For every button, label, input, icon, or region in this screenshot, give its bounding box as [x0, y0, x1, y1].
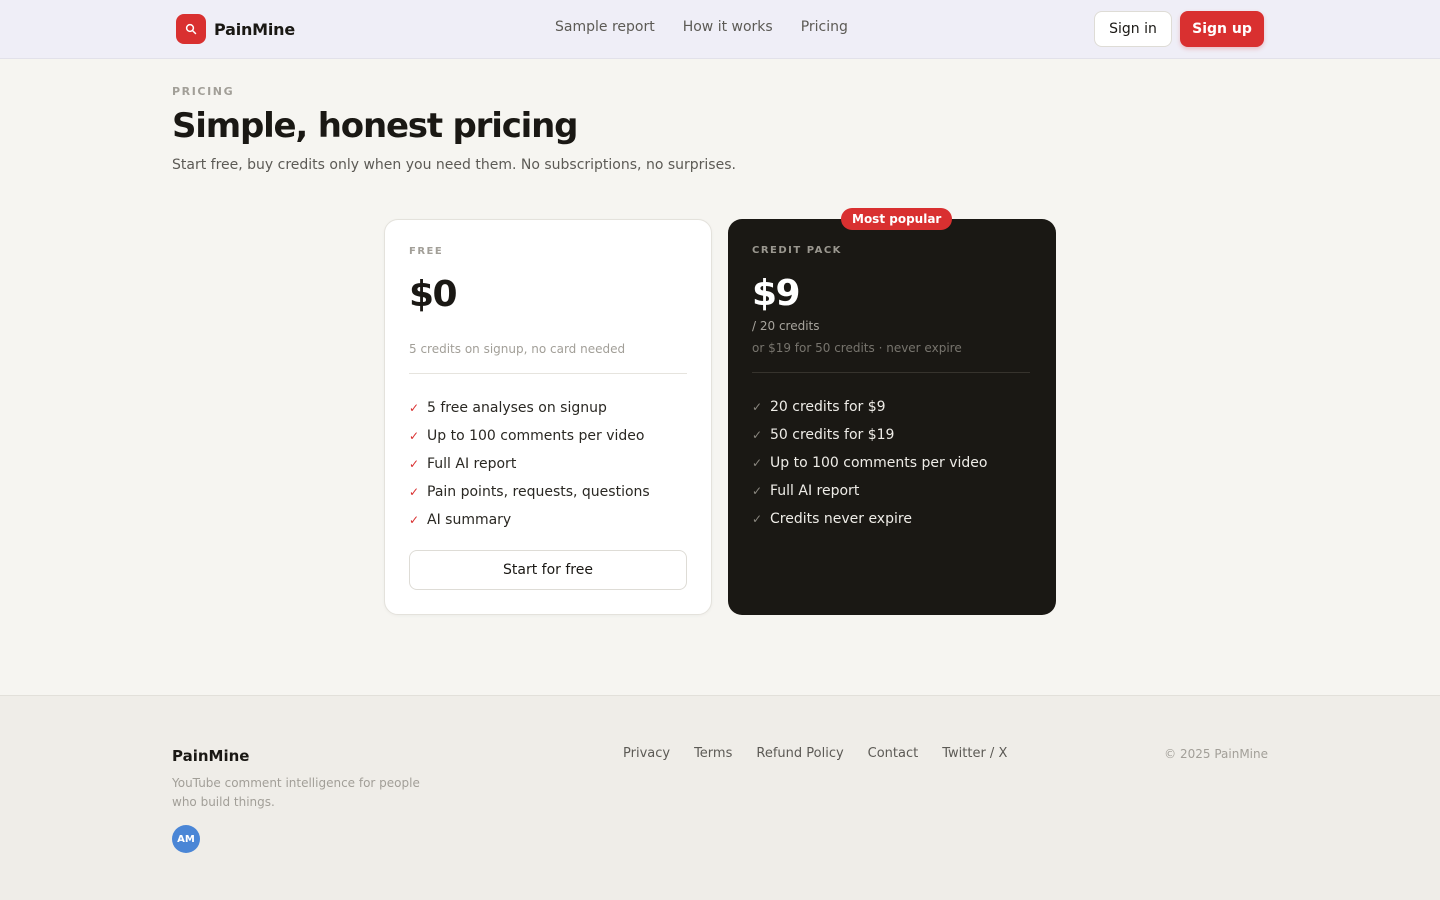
footer-brand: PainMine	[172, 747, 250, 765]
sign-in-button[interactable]: Sign in	[1094, 11, 1172, 47]
logo-link[interactable]: PainMine	[176, 14, 295, 44]
plan-price: $9	[752, 273, 801, 314]
footer-link-privacy[interactable]: Privacy	[623, 746, 670, 761]
feature-item: ✓ Pain points, requests, questions	[409, 478, 650, 506]
feature-text: 20 credits for $9	[770, 399, 886, 415]
section-eyebrow: PRICING	[172, 85, 235, 98]
plan-label: CREDIT PACK	[752, 245, 842, 256]
footer-link-terms[interactable]: Terms	[694, 746, 732, 761]
plan-label: FREE	[409, 246, 444, 257]
check-icon: ✓	[752, 428, 763, 442]
feature-text: Pain points, requests, questions	[427, 484, 650, 500]
logo-text: PainMine	[214, 19, 296, 39]
feature-text: 5 free analyses on signup	[427, 400, 607, 416]
footer-tagline: YouTube comment intelligence for people …	[172, 776, 420, 809]
start-for-free-button[interactable]: Start for free	[409, 550, 687, 590]
plan-note: or $19 for 50 credits · never expire	[752, 341, 962, 355]
feature-item: ✓ AI summary	[409, 506, 650, 534]
check-icon: ✓	[752, 400, 763, 414]
feature-item: ✓ Credits never expire	[752, 505, 987, 533]
avatar[interactable]: AM	[172, 825, 200, 853]
footer-link-refund-policy[interactable]: Refund Policy	[756, 746, 843, 761]
feature-text: 50 credits for $19	[770, 427, 895, 443]
feature-text: Up to 100 comments per video	[427, 428, 645, 444]
feature-list: ✓ 5 free analyses on signup ✓ Up to 100 co…	[409, 394, 650, 534]
plan-divider	[752, 372, 1030, 373]
page-title: Simple, honest pricing	[172, 106, 578, 146]
check-icon: ✓	[409, 457, 420, 471]
plan-divider	[409, 373, 687, 374]
feature-text: Credits never expire	[770, 511, 912, 527]
nav-how-it-works[interactable]: How it works	[683, 19, 773, 35]
check-icon: ✓	[409, 513, 420, 527]
plan-unit: / 20 credits	[752, 319, 820, 333]
plan-card-credit-pack: CREDIT PACK $9 / 20 credits or $19 for 5…	[728, 219, 1056, 615]
main-nav: Sample report How it works Pricing	[555, 19, 848, 35]
footer-link-twitter[interactable]: Twitter / X	[942, 746, 1007, 761]
feature-item: ✓ Full AI report	[752, 477, 987, 505]
feature-item: ✓ Up to 100 comments per video	[752, 449, 987, 477]
feature-text: Full AI report	[427, 456, 517, 472]
check-icon: ✓	[409, 429, 420, 443]
check-icon: ✓	[409, 401, 420, 415]
site-footer: PainMine YouTube comment intelligence fo…	[0, 695, 1440, 900]
feature-item: ✓ Full AI report	[409, 450, 650, 478]
feature-list: ✓ 20 credits for $9 ✓ 50 credits for $19 ✓…	[752, 393, 987, 533]
plan-card-free: FREE $0 5 credits on signup, no card nee…	[384, 219, 712, 615]
feature-text: Up to 100 comments per video	[770, 455, 988, 471]
feature-item: ✓ Up to 100 comments per video	[409, 422, 650, 450]
copyright: © 2025 PainMine	[1164, 747, 1268, 761]
check-icon: ✓	[409, 485, 420, 499]
page-subtitle: Start free, buy credits only when you ne…	[172, 157, 736, 173]
check-icon: ✓	[752, 456, 763, 470]
nav-pricing[interactable]: Pricing	[801, 19, 848, 35]
feature-text: AI summary	[427, 512, 512, 528]
plan-note: 5 credits on signup, no card needed	[409, 342, 626, 356]
feature-item: ✓ 20 credits for $9	[752, 393, 987, 421]
sign-up-button[interactable]: Sign up	[1180, 11, 1264, 47]
feature-item: ✓ 50 credits for $19	[752, 421, 987, 449]
footer-links: Privacy Terms Refund Policy Contact Twit…	[623, 746, 1007, 761]
nav-sample-report[interactable]: Sample report	[555, 19, 655, 35]
feature-item: ✓ 5 free analyses on signup	[409, 394, 650, 422]
most-popular-badge: Most popular	[841, 208, 953, 230]
feature-text: Full AI report	[770, 483, 860, 499]
footer-link-contact[interactable]: Contact	[868, 746, 919, 761]
site-header: PainMine Sample report How it works Pric…	[0, 0, 1440, 59]
check-icon: ✓	[752, 512, 763, 526]
plan-price: $0	[409, 274, 458, 315]
search-icon	[176, 14, 206, 44]
check-icon: ✓	[752, 484, 763, 498]
